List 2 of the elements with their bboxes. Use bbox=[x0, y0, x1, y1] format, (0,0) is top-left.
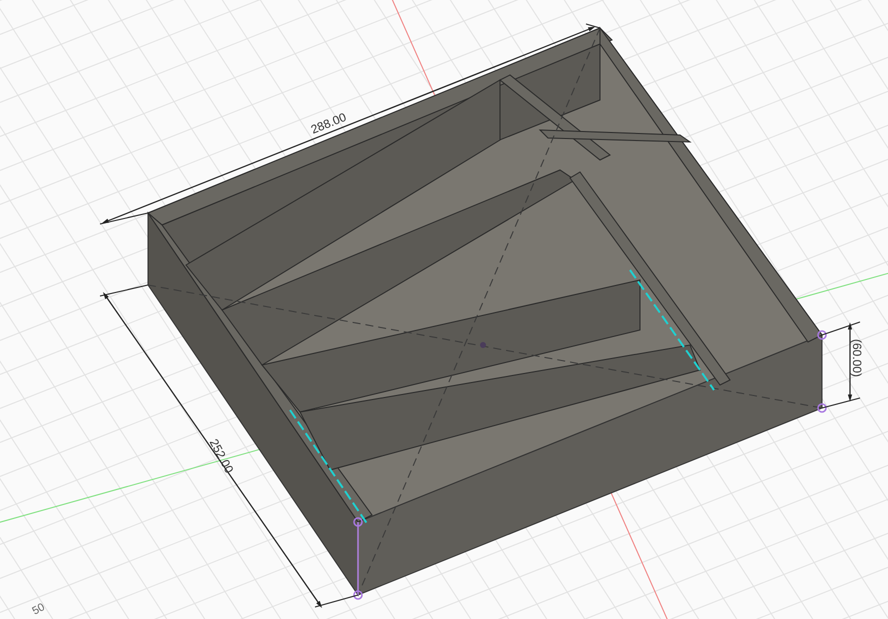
dimension-label[interactable]: (60.00) bbox=[850, 338, 864, 378]
grid-scale-label: 50 bbox=[30, 601, 47, 618]
